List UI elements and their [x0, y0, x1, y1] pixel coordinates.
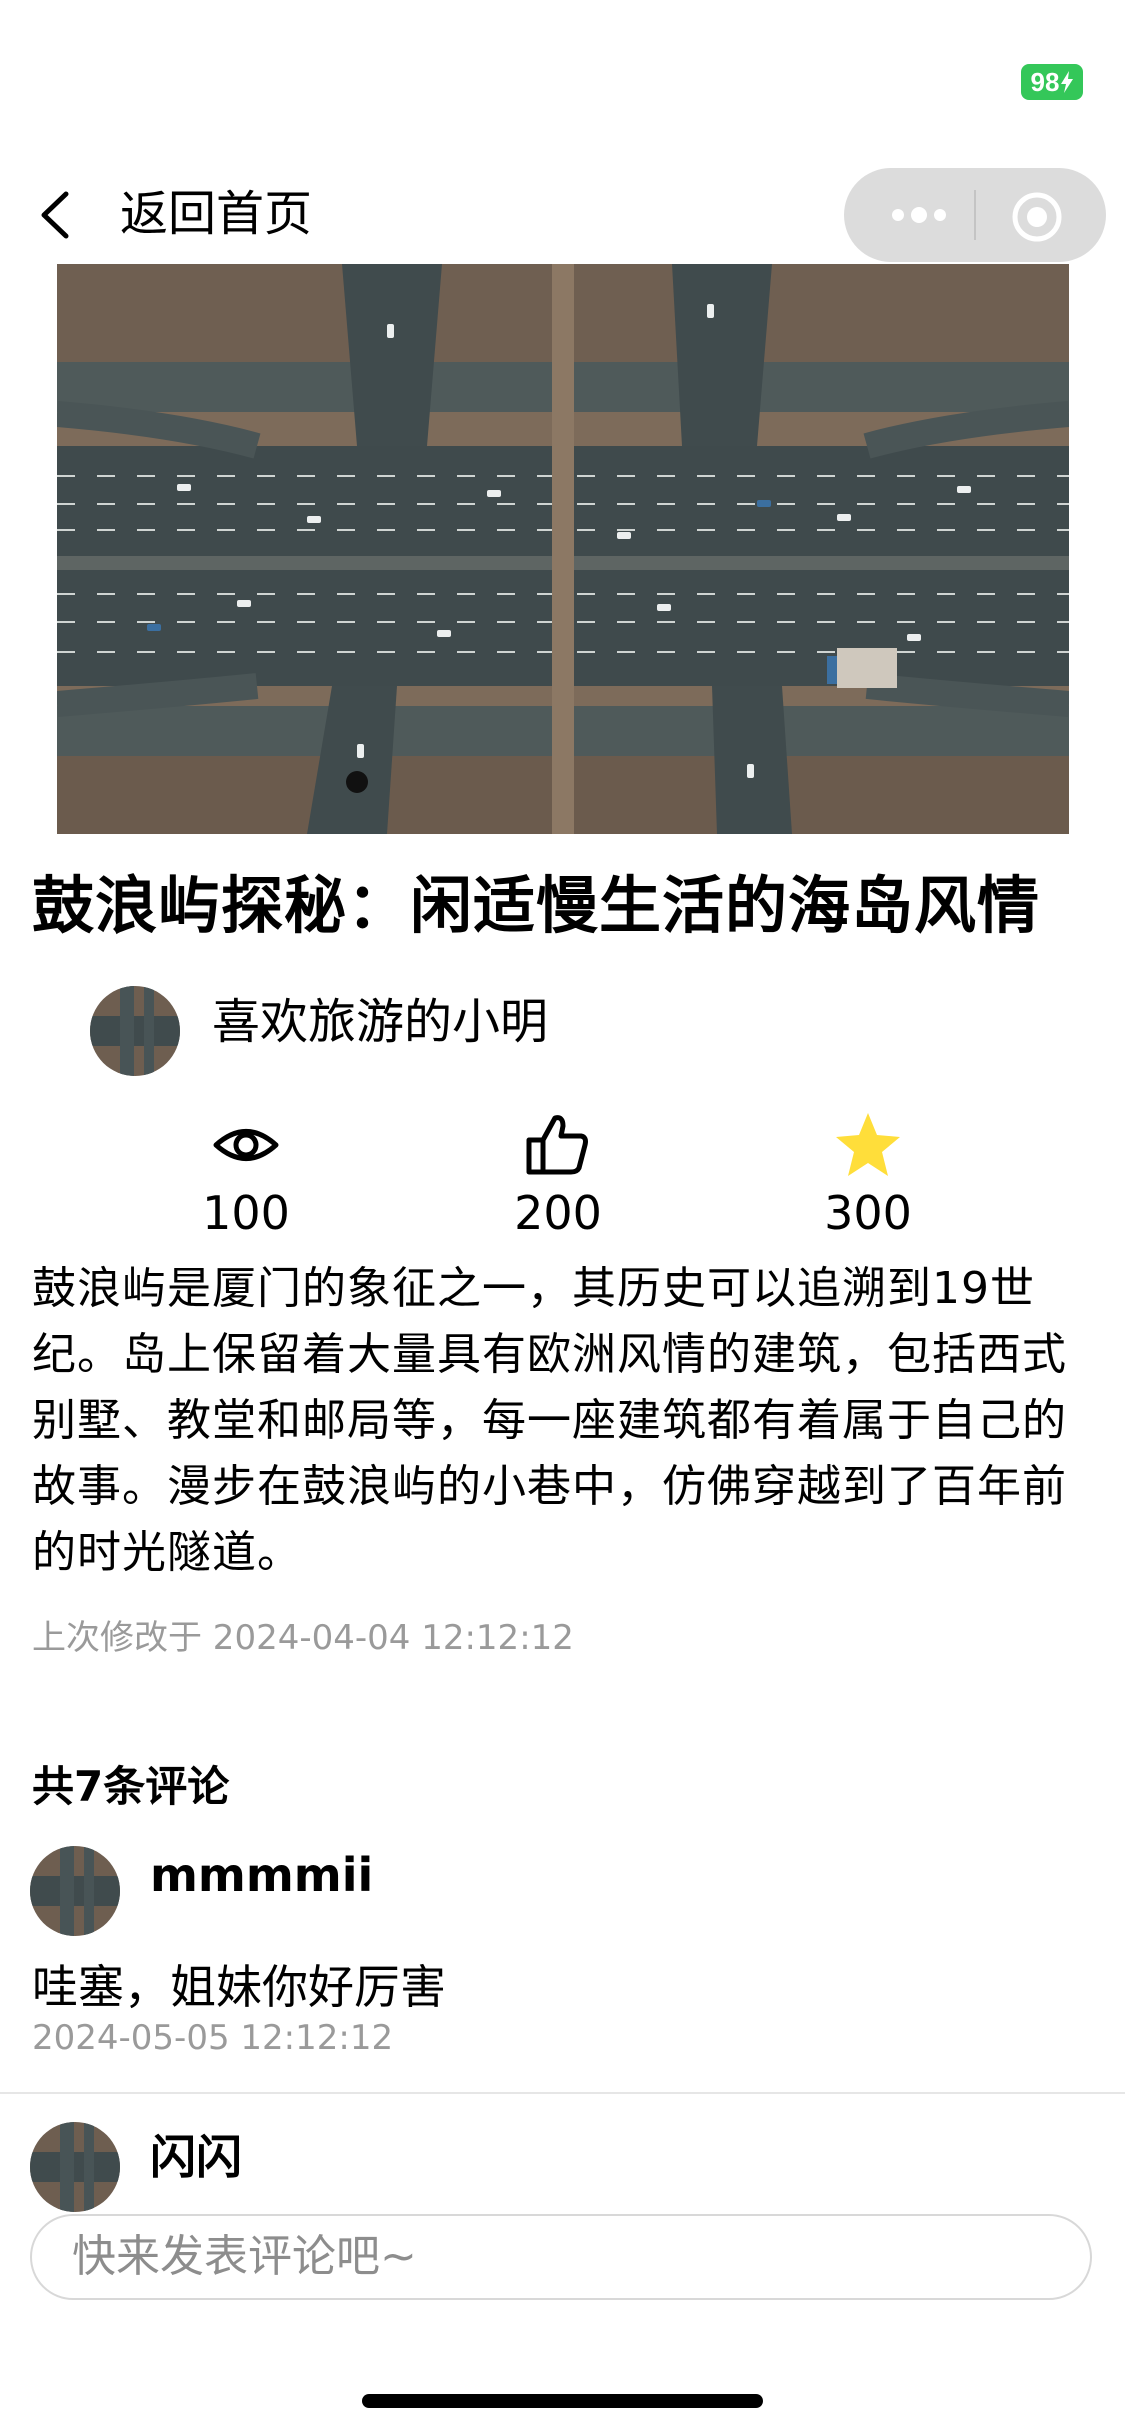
- comment-input[interactable]: 快来发表评论吧~: [30, 2214, 1092, 2300]
- battery-level: 98: [1030, 67, 1060, 97]
- close-mini-program-icon[interactable]: [1010, 190, 1064, 244]
- views-count: 100: [202, 1186, 290, 1240]
- mini-program-capsule: [844, 168, 1106, 262]
- author-name[interactable]: 喜欢旅游的小明: [212, 992, 548, 1052]
- capsule-divider: [974, 190, 976, 240]
- comment-divider: [0, 2092, 1125, 2094]
- back-icon[interactable]: [36, 190, 76, 240]
- hero-image-carousel[interactable]: [57, 264, 1069, 834]
- carousel-indicator-dot[interactable]: [346, 771, 368, 793]
- article-title: 鼓浪屿探秘：闲适慢生活的海岛风情: [32, 869, 1041, 942]
- favorites-stat[interactable]: 300: [768, 1110, 968, 1242]
- thumbs-up-icon[interactable]: [523, 1110, 593, 1180]
- article-body: 鼓浪屿是厦门的象征之一，其历史可以追溯到19世纪。岛上保留着大量具有欧洲风情的建…: [32, 1263, 1067, 1578]
- hero-image: [57, 264, 1069, 834]
- comment-avatar[interactable]: [30, 2122, 120, 2212]
- charging-bolt-icon: [1061, 71, 1074, 93]
- likes-stat[interactable]: 200: [458, 1110, 658, 1242]
- likes-count: 200: [514, 1186, 602, 1240]
- comment-time: 2024-05-05 12:12:12: [32, 2018, 394, 2058]
- views-stat: 100: [146, 1110, 346, 1242]
- comments-count: 共7条评论: [32, 1762, 230, 1811]
- battery-indicator: 98: [1021, 64, 1083, 100]
- comment-username[interactable]: mmmmii: [150, 1846, 373, 1904]
- eye-icon: [213, 1129, 279, 1161]
- comment-avatar[interactable]: [30, 1846, 120, 1936]
- back-to-home-link[interactable]: 返回首页: [120, 184, 312, 244]
- favorites-count: 300: [824, 1186, 912, 1240]
- author-avatar[interactable]: [90, 986, 180, 1076]
- comment-username[interactable]: 闪闪: [150, 2128, 242, 2186]
- more-icon[interactable]: [884, 192, 954, 238]
- comment-text: 哇塞，姐妹你好厉害: [32, 1960, 446, 2014]
- last-modified: 上次修改于 2024-04-04 12:12:12: [32, 1618, 574, 1658]
- star-icon[interactable]: [833, 1110, 903, 1180]
- home-indicator[interactable]: [362, 2394, 763, 2408]
